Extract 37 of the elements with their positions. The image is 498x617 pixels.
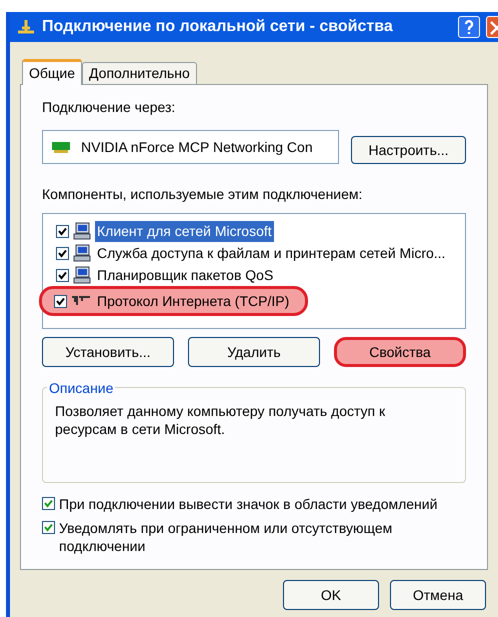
checkbox[interactable] xyxy=(42,521,55,534)
computer-icon xyxy=(73,244,91,262)
close-icon[interactable] xyxy=(486,16,498,38)
dialog-button[interactable]: Свойства xyxy=(334,337,466,367)
checkbox[interactable] xyxy=(56,224,69,238)
dialog-button[interactable]: OK xyxy=(283,580,379,610)
item-label: Протокол Интернета (TCP/IP) xyxy=(96,292,290,311)
computer-icon xyxy=(73,222,91,240)
checkbox[interactable] xyxy=(56,268,69,282)
network-protocol-icon xyxy=(71,294,91,308)
list-item[interactable]: Протокол Интернета (TCP/IP) xyxy=(39,286,308,316)
section-label: Подключение через: xyxy=(42,98,176,117)
tab[interactable]: Дополнительно xyxy=(82,62,197,84)
network-connection-icon xyxy=(16,18,36,36)
help-icon[interactable] xyxy=(458,16,480,38)
option-label: Уведомлять при ограниченном или отсутствующем подключении xyxy=(59,519,394,555)
adapter-name: NVIDIA nForce MCP Networking Con xyxy=(81,138,313,157)
tab[interactable]: Общие xyxy=(22,59,82,85)
dialog-button[interactable]: Настроить... xyxy=(351,136,466,164)
dialog-button[interactable]: Удалить xyxy=(188,337,320,367)
item-label: Планировщик пакетов QoS xyxy=(96,266,274,285)
dialog-button[interactable]: Установить... xyxy=(42,337,174,367)
checkbox[interactable] xyxy=(56,246,69,260)
option-label: При подключении вывести значок в области уведомлений xyxy=(59,495,438,513)
item-label: Клиент для сетей Microsoft xyxy=(95,220,274,242)
list-item[interactable]: Служба доступа к файлам и принтерам сетей Micro... xyxy=(45,242,460,264)
list-item[interactable]: Планировщик пакетов QoS xyxy=(45,264,288,286)
section-label: Компоненты, используемые этим подключением: xyxy=(42,185,364,204)
description-text: Позволяет данному компьютеру получать доступ к ресурсам в сети Microsoft. xyxy=(55,402,386,438)
checkbox[interactable] xyxy=(54,294,67,308)
checkbox[interactable] xyxy=(42,497,55,510)
item-label: Служба доступа к файлам и принтерам сетей Micro... xyxy=(96,244,446,263)
window-title: Подключение по локальной сети - свойства xyxy=(42,17,393,37)
list-item[interactable]: Клиент для сетей Microsoft xyxy=(45,220,287,242)
computer-icon xyxy=(73,266,91,284)
network-card-icon xyxy=(51,140,71,154)
dialog-button[interactable]: Отмена xyxy=(390,580,486,610)
